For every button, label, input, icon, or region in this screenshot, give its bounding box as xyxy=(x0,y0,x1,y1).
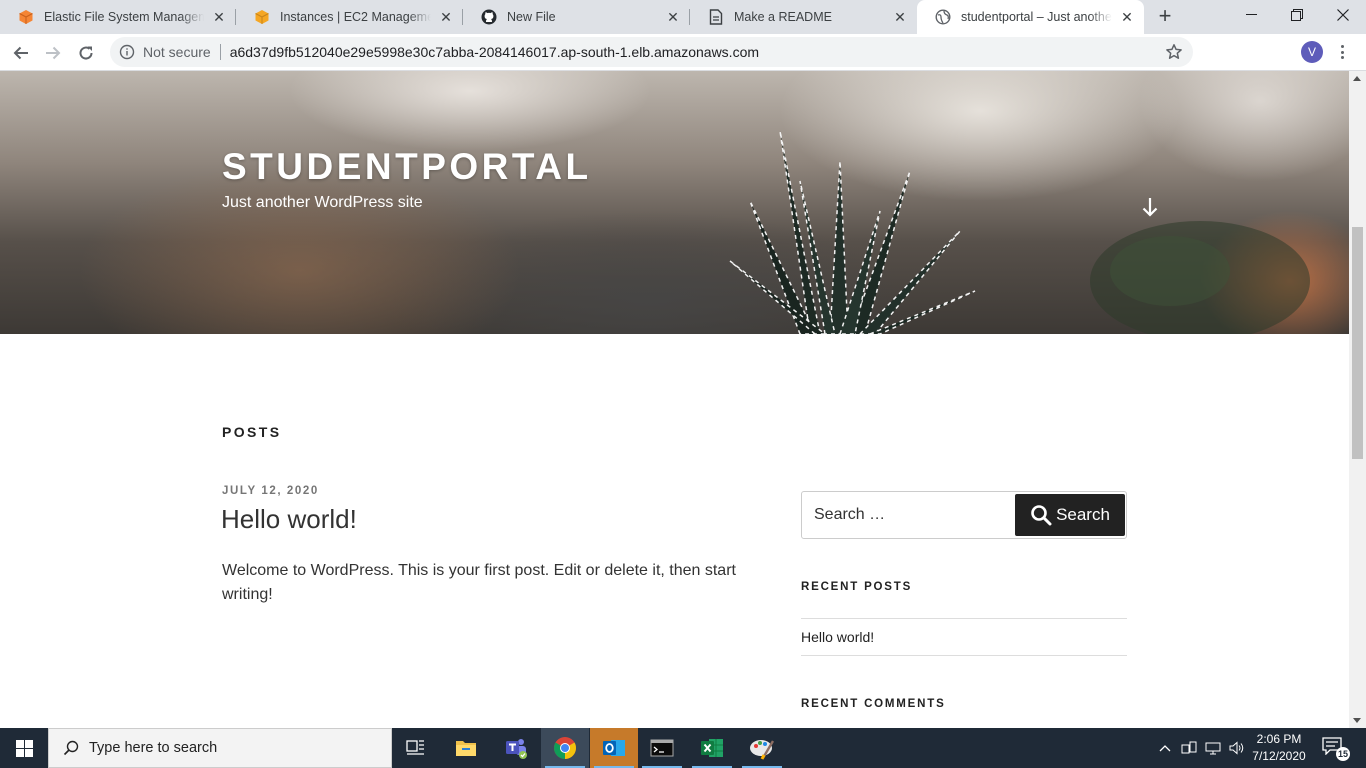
tab-title: New File xyxy=(507,10,556,24)
tab-ec2[interactable]: Instances | EC2 Management Console ✕ xyxy=(236,0,463,34)
tab-efs[interactable]: Elastic File System Management ✕ xyxy=(0,0,236,34)
scroll-down-arrow-icon[interactable] xyxy=(1140,196,1160,218)
teams-app[interactable] xyxy=(492,728,540,768)
paint-app[interactable] xyxy=(738,728,786,768)
header-hero-image: STUDENTPORTAL Just another WordPress sit… xyxy=(0,71,1349,334)
windows-taskbar: Type here to search 2:06 PM 7/12/2020 15 xyxy=(0,728,1366,768)
file-explorer-app[interactable] xyxy=(442,728,490,768)
post-title[interactable]: Hello world! xyxy=(221,504,357,535)
post-date[interactable]: JULY 12, 2020 xyxy=(222,485,319,497)
tab-title: Make a README xyxy=(734,10,832,24)
close-icon[interactable]: ✕ xyxy=(664,8,682,26)
excel-app[interactable] xyxy=(688,728,736,768)
site-description: Just another WordPress site xyxy=(222,194,423,211)
search-button[interactable]: Search xyxy=(1015,494,1125,536)
chrome-app[interactable] xyxy=(541,728,589,768)
url-text[interactable]: a6d37d9fb512040e29e5998e30c7abba-2084146… xyxy=(230,44,759,60)
close-icon[interactable]: ✕ xyxy=(437,8,455,26)
scroll-up-arrow-icon[interactable] xyxy=(1353,76,1361,81)
info-icon[interactable] xyxy=(119,44,135,60)
succulent-plant-image xyxy=(729,130,976,334)
network-icon[interactable] xyxy=(1205,740,1221,756)
action-center-button[interactable]: 15 xyxy=(1322,737,1350,761)
post-excerpt: Welcome to WordPress. This is your first… xyxy=(222,562,736,603)
new-tab-button[interactable]: + xyxy=(1154,5,1176,28)
task-view-button[interactable] xyxy=(392,728,440,768)
folder-icon xyxy=(456,741,476,756)
document-icon xyxy=(708,9,724,25)
volume-icon[interactable] xyxy=(1229,740,1245,756)
divider xyxy=(219,44,221,60)
taskbar-search-box[interactable]: Type here to search xyxy=(48,728,392,768)
bookmark-star-icon[interactable] xyxy=(1165,43,1183,61)
recent-posts-title: RECENT POSTS xyxy=(801,581,913,593)
close-window-button[interactable] xyxy=(1320,0,1366,30)
globe-icon xyxy=(935,9,951,25)
paint-icon xyxy=(750,740,775,760)
notification-count-badge: 15 xyxy=(1336,747,1350,761)
profile-avatar[interactable]: V xyxy=(1301,41,1323,63)
search-form: Search xyxy=(801,491,1127,539)
restore-button[interactable] xyxy=(1274,0,1320,30)
close-icon[interactable]: ✕ xyxy=(210,8,228,26)
task-view-icon xyxy=(406,740,424,755)
aws-box-icon xyxy=(254,9,270,25)
scrollbar-thumb[interactable] xyxy=(1352,227,1363,459)
scroll-down-arrow-icon[interactable] xyxy=(1353,718,1361,723)
search-icon xyxy=(63,740,79,756)
address-bar[interactable]: Not secure a6d37d9fb512040e29e5998e30c7a… xyxy=(110,37,1193,67)
github-icon xyxy=(481,9,497,25)
terminal-icon xyxy=(650,739,674,757)
browser-toolbar: Not secure a6d37d9fb512040e29e5998e30c7a… xyxy=(0,34,1366,95)
terminal-app[interactable] xyxy=(638,728,686,768)
network-devices-icon[interactable] xyxy=(1181,740,1197,756)
aws-box-icon xyxy=(18,9,34,25)
clock-date: 7/12/2020 xyxy=(1252,749,1306,763)
outlook-app[interactable] xyxy=(590,728,638,768)
excel-icon xyxy=(701,739,723,757)
show-hidden-icons-chevron-icon[interactable] xyxy=(1157,740,1173,756)
site-title[interactable]: STUDENTPORTAL xyxy=(222,146,592,188)
teams-icon xyxy=(506,739,527,759)
tab-github-new-file[interactable]: New File ✕ xyxy=(463,0,690,34)
taskbar-clock[interactable]: 2:06 PM 7/12/2020 xyxy=(1248,731,1310,765)
close-icon[interactable]: ✕ xyxy=(1118,8,1136,26)
page-scrollbar[interactable] xyxy=(1349,71,1366,728)
tab-studentportal[interactable]: studentportal – Just another WordPress s… xyxy=(917,0,1144,34)
recent-post-link[interactable]: Hello world! xyxy=(801,619,1127,655)
start-button[interactable] xyxy=(0,728,48,768)
windows-logo-icon xyxy=(15,739,33,757)
recent-comments-title: RECENT COMMENTS xyxy=(801,698,946,710)
posts-heading: POSTS xyxy=(222,424,282,440)
clock-time: 2:06 PM xyxy=(1256,732,1302,746)
tab-make-readme[interactable]: Make a README ✕ xyxy=(690,0,917,34)
chrome-icon xyxy=(554,737,576,759)
browser-menu-icon[interactable] xyxy=(1338,42,1346,62)
close-icon[interactable]: ✕ xyxy=(891,8,909,26)
tab-title: studentportal – Just another WordPress s… xyxy=(961,10,1112,24)
browser-tab-strip: Elastic File System Management ✕ Instanc… xyxy=(0,0,1366,34)
tab-title: Elastic File System Management xyxy=(44,10,204,24)
taskbar-search-placeholder: Type here to search xyxy=(89,740,218,756)
recent-posts-list: Hello world! xyxy=(801,618,1127,656)
search-icon xyxy=(1031,505,1052,526)
reload-button[interactable] xyxy=(73,40,99,66)
security-label: Not secure xyxy=(143,44,211,60)
background-plant-image xyxy=(1090,221,1310,334)
search-input[interactable] xyxy=(802,492,1015,538)
search-button-label: Search xyxy=(1056,505,1110,524)
minimize-button[interactable] xyxy=(1228,0,1274,30)
forward-button[interactable] xyxy=(40,40,66,66)
back-button[interactable] xyxy=(8,40,34,66)
outlook-icon xyxy=(603,740,625,756)
tab-title: Instances | EC2 Management Console xyxy=(280,10,431,24)
page-viewport: STUDENTPORTAL Just another WordPress sit… xyxy=(0,71,1349,728)
